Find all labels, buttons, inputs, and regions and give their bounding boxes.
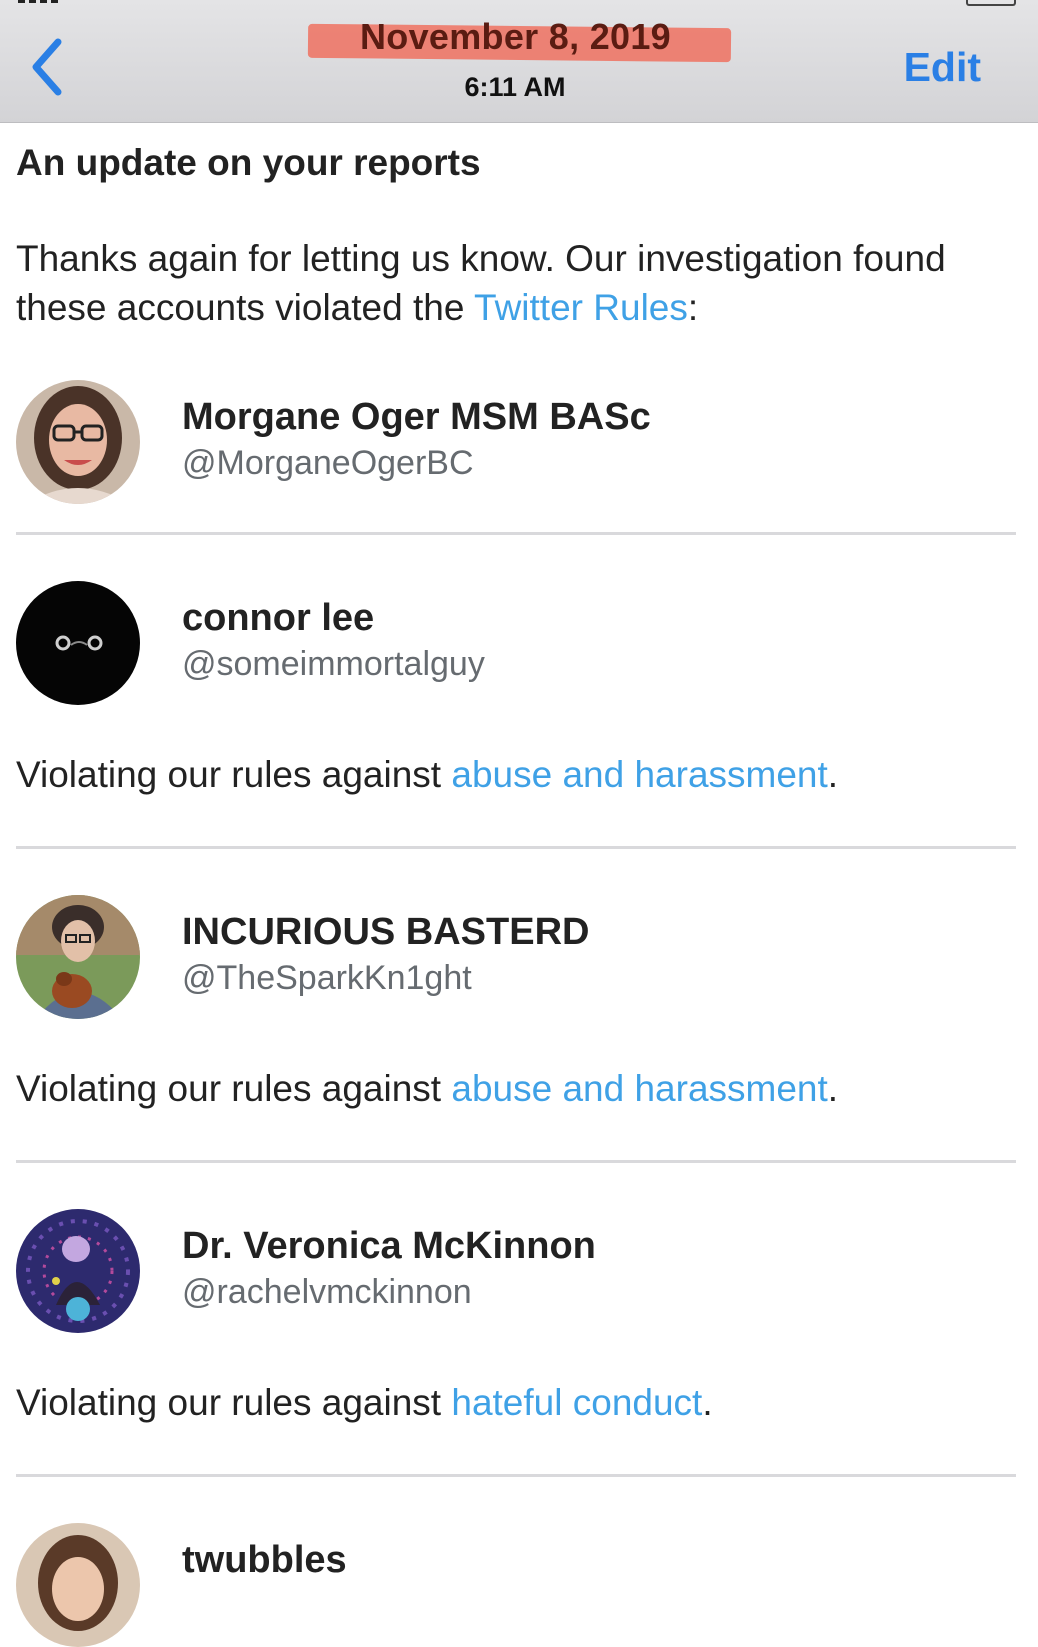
avatar[interactable] bbox=[16, 1523, 140, 1647]
account-handle: @MorganeOgerBC bbox=[182, 444, 474, 482]
battery-icon bbox=[966, 0, 1016, 6]
divider bbox=[16, 532, 1016, 535]
account-handle: @rachelvmckinnon bbox=[182, 1273, 472, 1311]
divider bbox=[16, 1474, 1016, 1477]
violation-prefix: Violating our rules against bbox=[16, 1382, 452, 1423]
twitter-rules-link[interactable]: Twitter Rules bbox=[474, 287, 688, 328]
violation-suffix: . bbox=[702, 1382, 713, 1423]
message-date: November 8, 2019 bbox=[360, 16, 671, 57]
avatar[interactable] bbox=[16, 895, 140, 1019]
message-title: An update on your reports bbox=[16, 142, 481, 183]
status-bar-remnant bbox=[0, 0, 1038, 6]
signal-icon bbox=[18, 0, 58, 3]
violation-prefix: Violating our rules against bbox=[16, 1068, 452, 1109]
violation-link[interactable]: abuse and harassment bbox=[451, 1068, 827, 1109]
violation-suffix: . bbox=[827, 1068, 839, 1109]
account-handle: @TheSparkKn1ght bbox=[182, 959, 472, 997]
violation-text: Violating our rules against hateful cond… bbox=[16, 1382, 713, 1424]
account-name: twubbles bbox=[182, 1539, 347, 1581]
date-highlight-group: November 8, 2019 bbox=[307, 14, 733, 64]
intro-colon: : bbox=[687, 287, 699, 328]
navigation-bar: November 8, 2019 6:11 AM Edit bbox=[0, 0, 1038, 123]
account-name: Morgane Oger MSM BASc bbox=[182, 396, 651, 438]
account-name: Dr. Veronica McKinnon bbox=[182, 1225, 596, 1267]
violation-text: Violating our rules against abuse and ha… bbox=[16, 1068, 838, 1110]
violation-link[interactable]: abuse and harassment bbox=[451, 754, 827, 795]
account-name: INCURIOUS BASTERD bbox=[182, 911, 590, 953]
violation-text: Violating our rules against abuse and ha… bbox=[16, 754, 838, 796]
divider bbox=[16, 846, 1016, 849]
avatar[interactable] bbox=[16, 581, 140, 705]
message-intro: Thanks again for letting us know. Our in… bbox=[16, 234, 1016, 332]
edit-button[interactable]: Edit bbox=[904, 44, 981, 91]
avatar[interactable] bbox=[16, 380, 140, 504]
violation-suffix: . bbox=[827, 754, 839, 795]
violation-prefix: Violating our rules against bbox=[16, 754, 452, 795]
account-handle: @someimmortalguy bbox=[182, 645, 485, 683]
avatar[interactable] bbox=[16, 1209, 140, 1333]
account-name: connor lee bbox=[182, 597, 375, 639]
violation-link[interactable]: hateful conduct bbox=[451, 1382, 702, 1423]
message-time: 6:11 AM bbox=[464, 72, 566, 102]
divider bbox=[16, 1160, 1016, 1163]
